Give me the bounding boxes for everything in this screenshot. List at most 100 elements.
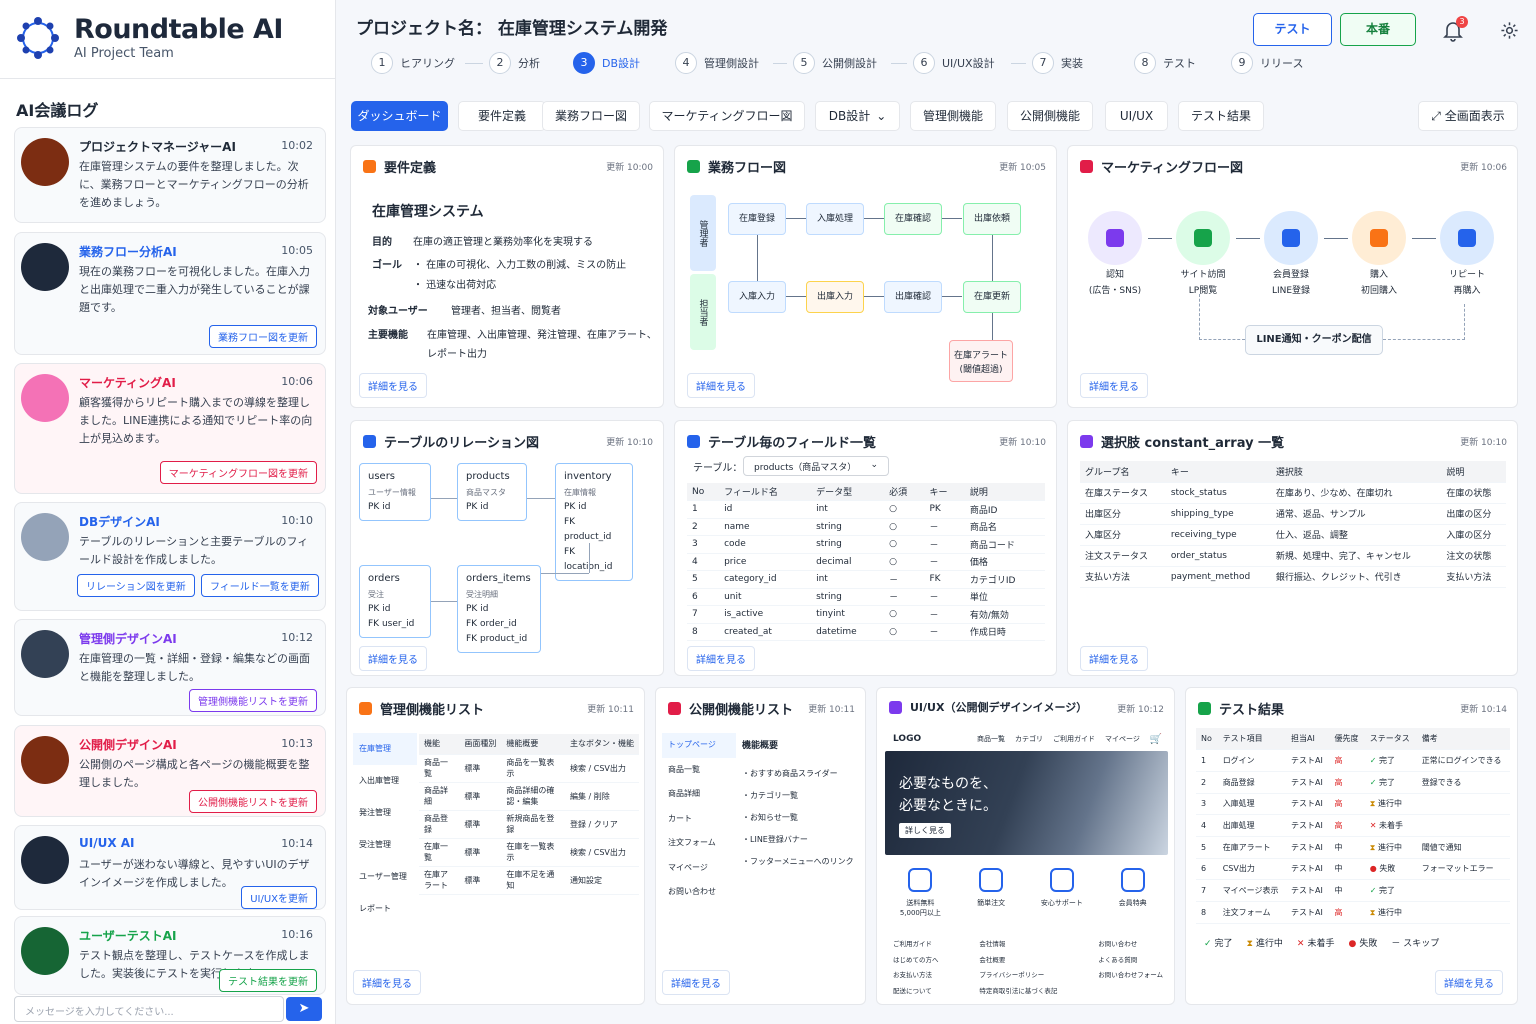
table-row[interactable]: 出庫区分 shipping_type 通常、返品、サンプル 出庫の区分 [1080,503,1506,524]
table-row[interactable]: 5 在庫アラート テストAI 中 ⧗ 進行中 閾値で通知 [1196,836,1510,859]
update-button[interactable]: 業務フロー図を更新 [209,325,317,348]
admin-menu-item[interactable]: ユーザー管理 [353,861,417,893]
details-button[interactable]: 詳細を見る [1080,373,1148,398]
footer-link[interactable]: プライバシーポリシー [979,969,1057,985]
tab-8[interactable]: UI/UX [1105,101,1168,131]
fullscreen-button[interactable]: ⤢ 全画面表示 [1418,101,1518,131]
table-row[interactable]: 2 商品登録 テストAI 高 ✓ 完了 登録できる [1196,771,1510,794]
table-row[interactable]: 7 マイページ表示 テストAI 中 ✓ 完了 [1196,880,1510,902]
step-2[interactable]: 2 分析 [489,52,540,74]
step-1[interactable]: 1 ヒアリング [371,52,455,74]
table-row[interactable]: 5 category_id int － FK カテゴリID [687,571,1045,588]
details-button[interactable]: 詳細を見る [359,373,427,398]
prod-env-button[interactable]: 本番 [1340,13,1416,46]
table-row[interactable]: 4 price decimal ○ － 価格 [687,553,1045,571]
footer-link[interactable]: 配送について [893,985,939,1001]
message-text: 在庫管理の一覧・詳細・登録・編集などの画面と機能を整理しました。 [79,652,310,683]
table-row[interactable]: 8 注文フォーム テストAI 高 ⧗ 進行中 [1196,902,1510,924]
table-row[interactable]: 1 ログイン テストAI 高 ✓ 完了 正常にログインできる [1196,750,1510,772]
public-menu-item[interactable]: 商品詳細 [662,782,736,807]
public-menu-item[interactable]: トップページ [662,733,736,758]
table-row[interactable]: 3 code string ○ － 商品コード [687,536,1045,553]
details-button[interactable]: 詳細を見る [353,970,421,995]
public-menu-item[interactable]: お問い合わせ [662,880,736,905]
table-select[interactable]: products（商品マスタ） ⌄ [743,456,889,476]
table-row[interactable]: 1 id int ○ PK 商品ID [687,501,1045,518]
table-row[interactable]: 在庫アラート 標準 在庫不足を通知 通知設定 [419,866,639,894]
footer-link[interactable]: 会社概要 [979,954,1057,970]
footer-link[interactable]: ご利用ガイド [893,938,939,954]
update-button[interactable]: フィールド一覧を更新 [201,574,319,597]
admin-menu-item[interactable]: 在庫管理 [353,733,417,765]
tab-9[interactable]: テスト結果 [1178,101,1264,131]
table-row[interactable]: 6 unit string － － 単位 [687,588,1045,606]
footer-link[interactable]: 特定商取引法に基づく表記 [979,985,1057,1001]
table-row[interactable]: 4 出庫処理 テストAI 高 ✕ 未着手 [1196,815,1510,837]
admin-menu-item[interactable]: 受注管理 [353,829,417,861]
table-row[interactable]: 商品一覧 標準 商品を一覧表示 検索 / CSV出力 [419,754,639,782]
send-button[interactable]: ➤ [286,997,322,1021]
step-9[interactable]: 9 リリース [1231,52,1303,74]
table-row[interactable]: 6 CSV出力 テストAI 中 ● 失敗 フォーマットエラー [1196,858,1510,880]
step-5[interactable]: 5 公開側設計 [793,52,877,74]
test-env-button[interactable]: テスト [1253,13,1332,46]
step-6[interactable]: 6 UI/UX設計 [913,52,995,74]
public-menu-item[interactable]: 商品一覧 [662,758,736,783]
column-header: テスト項目 [1217,728,1287,750]
table-row[interactable]: 商品登録 標準 新規商品を登録 登録 / クリア [419,810,639,838]
details-button[interactable]: 詳細を見る [687,373,755,398]
table-row[interactable]: 在庫一覧 標準 在庫を一覧表示 検索 / CSV出力 [419,838,639,866]
table-row[interactable]: 3 入庫処理 テストAI 高 ⧗ 進行中 [1196,793,1510,815]
hero-button[interactable]: 詳しく見る [899,823,951,838]
table-row[interactable]: 8 created_at datetime ○ － 作成日時 [687,623,1045,641]
details-button[interactable]: 詳細を見る [1435,970,1503,995]
table-row[interactable]: 7 is_active tinyint ○ － 有効/無効 [687,606,1045,623]
tab-1[interactable]: ダッシュボード [351,101,448,131]
public-menu-item[interactable]: 注文フォーム [662,831,736,856]
update-button[interactable]: リレーション図を更新 [77,574,195,597]
footer-link[interactable]: よくある質問 [1098,954,1163,970]
tab-4[interactable]: マーケティングフロー図 [649,101,805,131]
details-button[interactable]: 詳細を見る [359,646,427,671]
footer-link[interactable]: お問い合わせフォーム [1098,969,1163,985]
update-button[interactable]: テスト結果を更新 [219,969,317,992]
step-7[interactable]: 7 実装 [1032,52,1083,74]
tab-3[interactable]: 業務フロー図 [542,101,640,131]
details-button[interactable]: 詳細を見る [687,646,755,671]
column-header: フィールド名 [719,483,812,501]
step-3[interactable]: 3 DB設計 [573,52,640,74]
table-row[interactable]: 支払い方法 payment_method 銀行振込、クレジット、代引き 支払い方法 [1080,566,1506,587]
footer-link[interactable]: お支払い方法 [893,969,939,985]
footer-link[interactable]: 会社情報 [979,938,1057,954]
step-4[interactable]: 4 管理側設計 [675,52,759,74]
tab-2[interactable]: 要件定義 [458,101,546,131]
table-row[interactable]: 2 name string ○ － 商品名 [687,518,1045,536]
step-8[interactable]: 8 テスト [1134,52,1196,74]
update-button[interactable]: UI/UXを更新 [241,886,317,909]
update-button[interactable]: 管理側機能リストを更新 [189,689,317,712]
update-button[interactable]: 公開側機能リストを更新 [189,790,317,813]
footer-link[interactable]: はじめての方へ [893,954,939,970]
message-input[interactable]: メッセージを入力してください... [14,996,284,1022]
table-row[interactable]: 入庫区分 receiving_type 仕入、返品、調整 入庫の区分 [1080,524,1506,545]
details-button[interactable]: 詳細を見る [1080,646,1148,671]
table-row[interactable]: 在庫ステータス stock_status 在庫あり、少なめ、在庫切れ 在庫の状態 [1080,482,1506,503]
public-menu-item[interactable]: マイページ [662,856,736,881]
gear-icon[interactable] [1500,21,1519,40]
tab-6[interactable]: 管理側機能 [910,101,996,131]
public-menu-item[interactable]: カート [662,807,736,832]
admin-menu-item[interactable]: 入出庫管理 [353,765,417,797]
update-button[interactable]: マーケティングフロー図を更新 [159,461,317,484]
table-row[interactable]: 注文ステータス order_status 新規、処理中、完了、キャンセル 注文の状態 [1080,545,1506,566]
details-button[interactable]: 詳細を見る [662,970,730,995]
table-cell: tinyint [816,609,845,620]
tab-5[interactable]: DB設計 ⌄ [815,101,900,131]
tab-7[interactable]: 公開側機能 [1007,101,1093,131]
public-feature-item: ・フッターメニューへのリンク [742,857,854,866]
admin-menu-item[interactable]: 発注管理 [353,797,417,829]
table-row[interactable]: 商品詳細 標準 商品詳細の確認・編集 編集 / 削除 [419,782,639,810]
relation-line [431,498,457,499]
admin-menu-item[interactable]: レポート [353,893,417,925]
test-table: No テスト項目 担当AI 優先度 ステータス 備考 1 ログイン テストAI 高 ✓ 完了 正常にロ… [1196,728,1510,924]
footer-link[interactable]: お問い合わせ [1098,938,1163,954]
